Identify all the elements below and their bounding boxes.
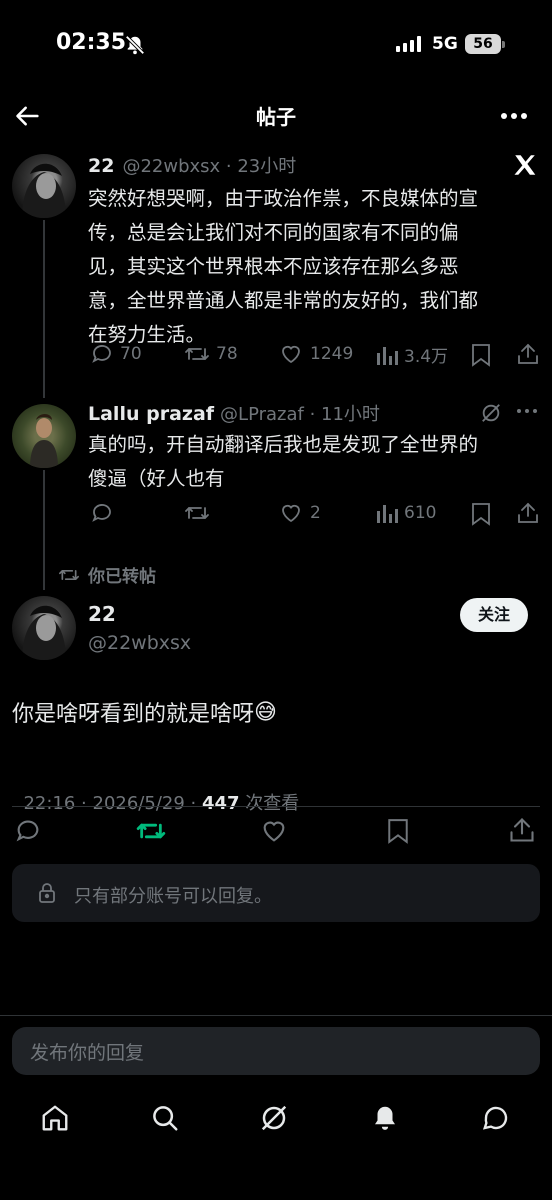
home-icon[interactable] xyxy=(40,1103,70,1133)
like-button[interactable] xyxy=(259,817,289,845)
like-button[interactable]: 2 xyxy=(278,501,321,525)
tweet-meta: 22:16 · 2026/5/29 · 447 次查看 xyxy=(12,768,299,815)
grok-icon[interactable] xyxy=(480,402,502,424)
avatar[interactable] xyxy=(12,154,76,218)
lock-icon xyxy=(38,882,56,904)
more-options-icon[interactable] xyxy=(516,408,538,414)
thread-line xyxy=(43,220,45,398)
tweet-text: 真的吗，开自动翻译后我也是发现了全世界的 傻逼（好人也有 xyxy=(88,433,479,490)
repost-small-icon xyxy=(58,569,79,580)
page-title: 帖子 xyxy=(256,105,296,129)
reply-input-placeholder: 发布你的回复 xyxy=(30,1042,145,1064)
like-button[interactable]: 1249 xyxy=(278,342,353,366)
battery-indicator: 56 xyxy=(465,34,501,54)
timestamp: 22:16 · 2026/5/29 · xyxy=(23,793,202,814)
reply-restriction-text: 只有部分账号可以回复。 xyxy=(74,886,272,907)
share-icon[interactable] xyxy=(508,816,536,844)
repost-count: 78 xyxy=(216,344,238,364)
reply-button[interactable] xyxy=(90,501,114,525)
author-name[interactable]: Lallu prazaf xyxy=(88,403,214,425)
sweat-smile-emoji: 😅 xyxy=(254,699,277,725)
view-count: 447 xyxy=(201,793,240,814)
thread-line xyxy=(43,470,45,590)
more-options-icon[interactable] xyxy=(500,112,528,120)
repost-button-active[interactable] xyxy=(135,817,167,845)
divider xyxy=(12,806,540,807)
repost-note-text: 你已转帖 xyxy=(88,567,156,587)
bookmark-icon[interactable] xyxy=(386,817,410,845)
messages-icon[interactable] xyxy=(481,1103,511,1133)
status-time: 02:35 xyxy=(56,30,127,55)
views-button[interactable]: 3.4万 xyxy=(376,342,448,367)
view-count: 610 xyxy=(404,503,437,523)
follow-button[interactable]: 关注 xyxy=(460,598,528,632)
network-type: 5G xyxy=(432,34,458,54)
views-suffix: 次查看 xyxy=(239,793,300,814)
reply-count: 70 xyxy=(120,344,142,364)
like-count: 2 xyxy=(310,503,321,523)
reply-input[interactable]: 发布你的回复 xyxy=(12,1027,540,1075)
share-icon[interactable] xyxy=(516,501,540,525)
views-button[interactable]: 610 xyxy=(376,501,436,525)
tweet-text: 突然好想哭啊，由于政治作祟，不良媒体的宣 传，总是会让我们对不同的国家有不同的偏… xyxy=(88,187,479,346)
reply-restriction-box: 只有部分账号可以回复。 xyxy=(12,864,540,922)
avatar[interactable] xyxy=(12,596,76,660)
bookmark-icon[interactable] xyxy=(470,502,492,526)
divider xyxy=(0,1015,552,1016)
repost-button[interactable]: 78 xyxy=(184,342,238,366)
author-name[interactable]: 22 xyxy=(88,155,114,177)
search-icon[interactable] xyxy=(150,1103,180,1133)
author-handle-time[interactable]: @LPrazaf · 11小时 xyxy=(220,400,380,426)
bell-off-icon xyxy=(124,34,146,56)
signal-icon xyxy=(396,36,422,52)
main-tweet-text: 你是啥呀看到的就是啥呀 😅 xyxy=(12,699,277,728)
reply-button[interactable]: 70 xyxy=(90,342,142,366)
like-count: 1249 xyxy=(310,344,354,364)
reply-button[interactable] xyxy=(14,817,42,845)
x-logo-icon xyxy=(512,152,538,178)
battery-tip xyxy=(502,41,505,48)
author-handle-time[interactable]: @22wbxsx · 23小时 xyxy=(122,152,296,178)
author-name[interactable]: 22 xyxy=(88,602,116,626)
avatar[interactable] xyxy=(12,404,76,468)
repost-note: 你已转帖 xyxy=(58,562,156,587)
author-handle[interactable]: @22wbxsx xyxy=(88,632,191,654)
notifications-icon[interactable] xyxy=(370,1103,400,1133)
share-icon[interactable] xyxy=(516,342,540,366)
repost-button[interactable] xyxy=(184,501,210,525)
view-count: 3.4万 xyxy=(404,347,449,367)
grok-icon[interactable] xyxy=(259,1103,289,1133)
bookmark-icon[interactable] xyxy=(470,343,492,367)
